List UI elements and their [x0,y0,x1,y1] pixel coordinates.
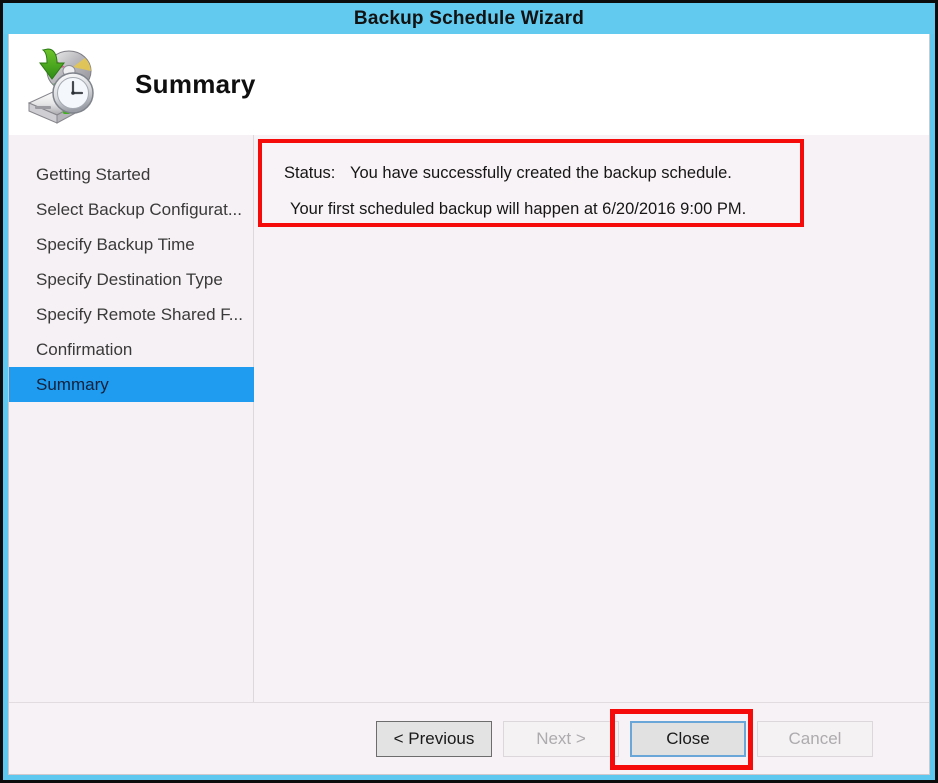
close-button[interactable]: Close [630,720,746,757]
window-title: Backup Schedule Wizard [353,8,585,29]
sidebar-item-label: Specify Destination Type [36,269,223,289]
status-message: You have successfully created the backup… [350,164,732,182]
wizard-content: Status: You have successfully created th… [254,135,929,702]
sidebar-item-confirmation[interactable]: Confirmation [9,332,253,367]
sidebar-item-select-backup-configuration[interactable]: Select Backup Configurat... [9,192,253,227]
title-bar: Backup Schedule Wizard [3,3,935,34]
sidebar-item-getting-started[interactable]: Getting Started [9,157,253,192]
sidebar-item-label: Getting Started [36,164,151,184]
status-detail: Your first scheduled backup will happen … [290,200,747,218]
sidebar-item-summary[interactable]: Summary [9,367,254,402]
sidebar-item-specify-backup-time[interactable]: Specify Backup Time [9,227,253,262]
screenshot-root: Backup Schedule Wizard Summary Getting S… [0,0,938,783]
page-title: Summary [135,69,256,99]
status-label: Status: [284,164,336,182]
sidebar-item-label: Specify Backup Time [36,234,195,254]
wizard-body: Getting Started Select Backup Configurat… [9,135,929,702]
sidebar-item-label: Summary [36,374,109,394]
wizard-step-nav: Getting Started Select Backup Configurat… [9,135,254,702]
wizard-header: Summary [9,34,929,135]
status-highlight-box: Status: You have successfully created th… [258,139,804,227]
sidebar-item-label: Select Backup Configurat... [36,199,243,219]
wizard-window: Backup Schedule Wizard Summary Getting S… [0,0,938,783]
backup-schedule-icon [21,45,107,125]
close-button-group: Close [610,708,753,770]
sidebar-item-specify-remote-shared-folder[interactable]: Specify Remote Shared F... [9,297,253,332]
previous-button[interactable]: < Previous [376,720,492,757]
sidebar-item-specify-destination-type[interactable]: Specify Destination Type [9,262,253,297]
next-button: Next > [503,720,619,757]
sidebar-item-label: Confirmation [36,339,133,359]
wizard-button-bar: < Previous Next > Close Cancel [9,702,929,774]
sidebar-item-label: Specify Remote Shared F... [36,304,243,324]
cancel-button: Cancel [757,720,873,757]
wizard-client-area: Summary Getting Started Select Backup Co… [8,34,930,775]
window-frame-body: Summary Getting Started Select Backup Co… [3,34,935,780]
